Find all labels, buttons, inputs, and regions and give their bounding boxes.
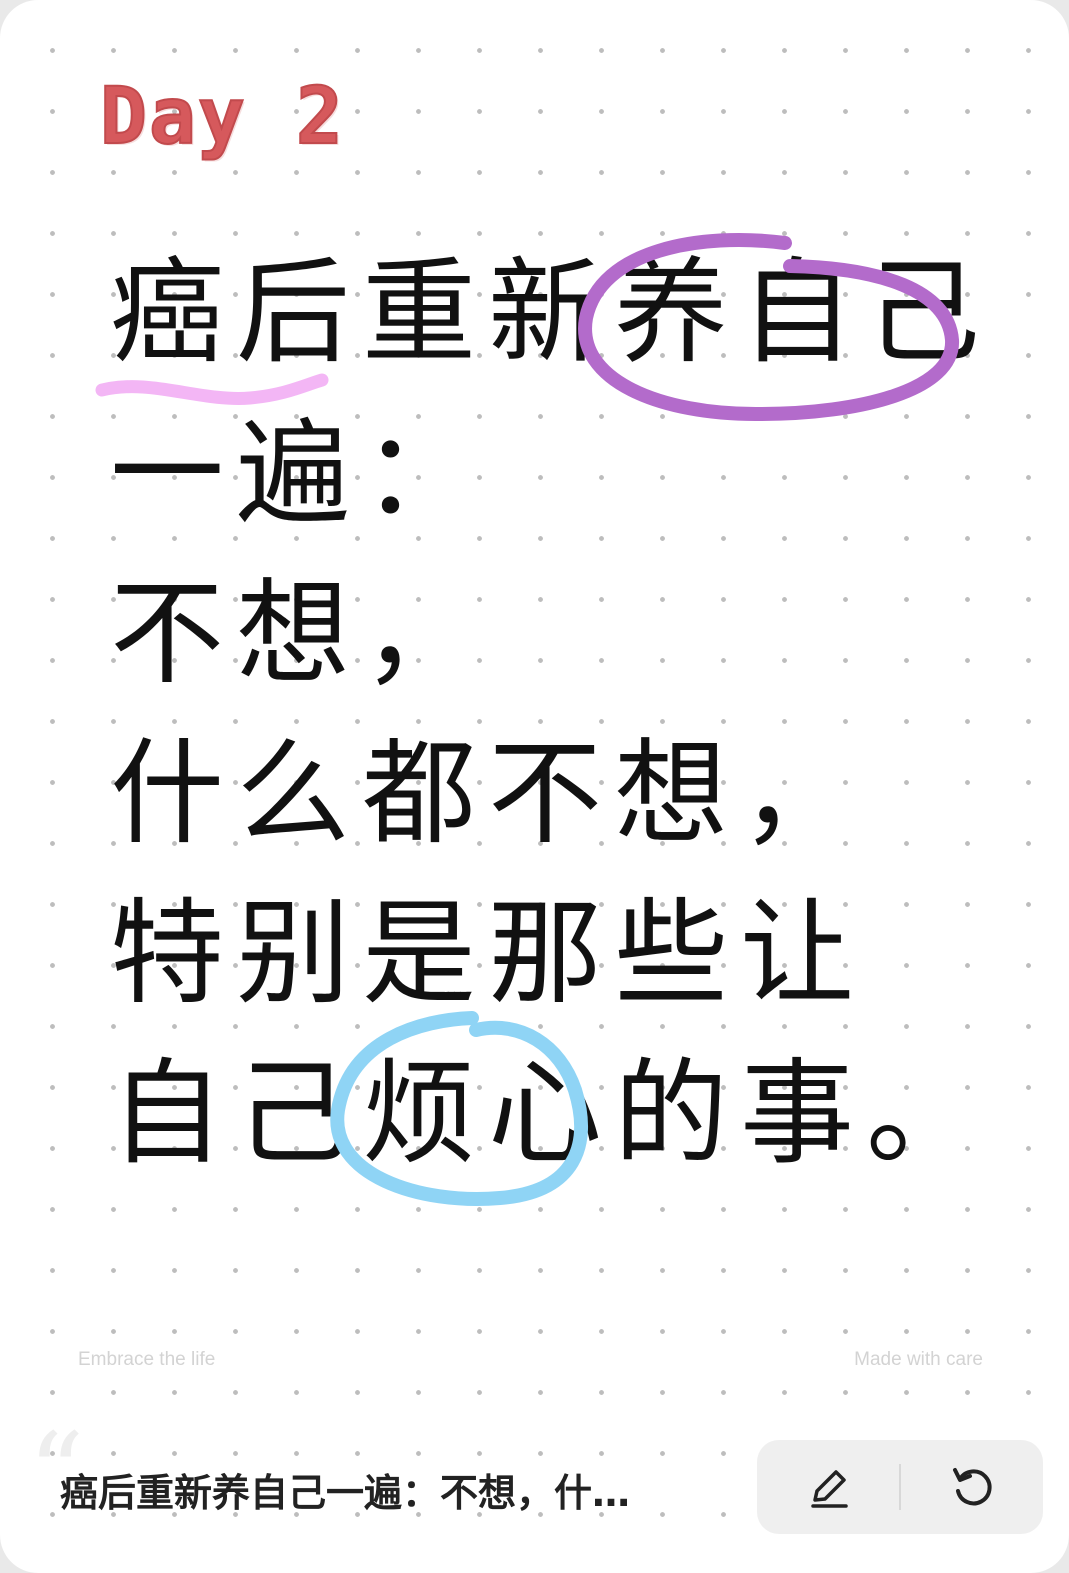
refresh-icon [952,1468,992,1506]
regenerate-button[interactable] [900,1440,1043,1534]
pencil-icon [810,1470,848,1508]
edit-button[interactable] [757,1440,900,1534]
text-line-5: 特别是那些让 [110,887,867,1020]
action-bar [757,1440,1043,1534]
day-title: Day 2 [99,71,345,163]
text-line-2: 一遍： [110,407,489,540]
note-card: Day 2 癌后重新养自己 一遍： 不想， 什么都不想， 特别是那些让 自己烦心… [0,0,1069,1573]
text-line-4: 什么都不想， [110,727,867,860]
text-line-6: 自己烦心的事。 [110,1047,993,1180]
footer-right-text: Made with care [854,1349,983,1370]
text-line-1: 癌后重新养自己 [110,246,993,379]
text-line-3: 不想， [110,567,489,700]
preview-text: 癌后重新养自己一遍：不想，什… [60,1471,631,1515]
footer-left-text: Embrace the life [78,1349,216,1370]
underline-mark [95,373,329,405]
